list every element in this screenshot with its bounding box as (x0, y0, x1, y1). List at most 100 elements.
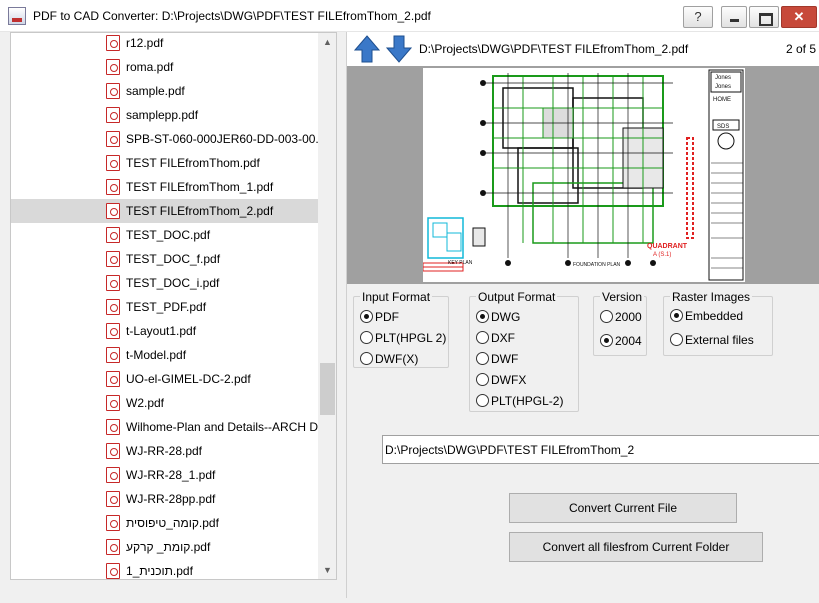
output-format-option-label: DWFX (491, 372, 527, 387)
help-button[interactable]: ? (683, 6, 713, 28)
viewer-file-path: D:\Projects\DWG\PDF\TEST FILEfromThom_2.… (419, 42, 689, 56)
output-format-group: Output Format DWG DXF DWF DWFX PLT(HPGL-2) (469, 290, 579, 412)
file-list-item[interactable]: קומה_טיפוסית.pdf (11, 511, 319, 535)
file-name: TEST FILEfromThom_1.pdf (126, 180, 274, 194)
file-list-item[interactable]: WJ-RR-28_1.pdf (11, 463, 319, 487)
pdf-file-icon (106, 371, 120, 387)
version-option-label: 2000 (615, 309, 642, 324)
drawing-firm-name: Jones (715, 75, 731, 81)
file-list-item[interactable]: r12.pdf (11, 33, 319, 55)
file-name: t-Model.pdf (126, 348, 187, 362)
file-list-item[interactable]: SPB-ST-060-000JER60-DD-003-00.pdf (11, 127, 335, 151)
file-list-item[interactable]: TEST_DOC_i.pdf (11, 271, 319, 295)
file-name: roma.pdf (126, 60, 174, 74)
window-title: PDF to CAD Converter: D:\Projects\DWG\PD… (33, 9, 431, 23)
file-name: t-Layout1.pdf (126, 324, 197, 338)
radio-button-icon[interactable] (600, 310, 613, 324)
scroll-down-arrow-icon[interactable]: ▼ (318, 561, 336, 579)
radio-button-icon[interactable] (670, 309, 683, 323)
title-bar[interactable]: PDF to CAD Converter: D:\Projects\DWG\PD… (0, 0, 819, 32)
file-list-item[interactable]: TEST_DOC_f.pdf (11, 247, 319, 271)
radio-button-icon[interactable] (360, 352, 373, 366)
input-format-option[interactable]: PDF (360, 309, 399, 324)
file-name: TEST_DOC_i.pdf (126, 276, 220, 290)
radio-button-icon[interactable] (360, 331, 373, 345)
file-list-item[interactable]: t-Layout1.pdf (11, 319, 319, 343)
output-format-option[interactable]: DWF (476, 351, 518, 366)
file-list[interactable]: r12.pdf roma.pdf sample.pdf samplepp.pdf SPB… (10, 32, 337, 580)
pdf-preview[interactable]: QUADRANT A (S.1) KEY PLAN FOUNDATION PLA… (347, 66, 819, 284)
output-format-option[interactable]: DWG (476, 309, 520, 324)
version-group: Version 2000 2004 (593, 290, 647, 356)
radio-button-icon[interactable] (476, 394, 489, 408)
scroll-up-arrow-icon[interactable]: ▲ (318, 33, 336, 51)
maximize-button[interactable] (749, 6, 779, 28)
input-format-option-label: PDF (375, 309, 399, 324)
radio-button-icon[interactable] (476, 331, 489, 345)
file-name: r12.pdf (126, 36, 164, 50)
pdf-file-icon (106, 563, 120, 579)
drawing-key-plan-label: KEY PLAN (448, 260, 473, 266)
file-list-item[interactable]: TEST_DOC.pdf (11, 223, 319, 247)
convert-all-files-button[interactable]: Convert all filesfrom Current Folder (509, 532, 763, 562)
file-list-item[interactable]: קומת_ קרקע.pdf (11, 535, 319, 559)
file-name: WJ-RR-28_1.pdf (126, 468, 216, 482)
file-name: TEST_DOC.pdf (126, 228, 211, 242)
file-list-item[interactable]: UO-el-GIMEL-DC-2.pdf (11, 367, 319, 391)
file-list-item[interactable]: sample.pdf (11, 79, 319, 103)
previous-page-arrow-icon[interactable] (353, 34, 381, 64)
file-name: sample.pdf (126, 84, 185, 98)
raster-images-group: Raster Images Embedded External files (663, 290, 773, 356)
file-list-item[interactable]: t-Model.pdf (11, 343, 319, 367)
file-list-item[interactable]: samplepp.pdf (11, 103, 319, 127)
input-format-option[interactable]: PLT(HPGL 2) (360, 330, 446, 345)
input-format-option[interactable]: DWF(X) (360, 351, 418, 366)
vertical-scrollbar[interactable]: ▲ ▼ (318, 33, 336, 579)
file-list-item[interactable]: W2.pdf (11, 391, 319, 415)
pdf-file-icon (106, 491, 120, 507)
pdf-file-icon (106, 131, 120, 147)
file-list-item[interactable]: Wilhome-Plan and Details--ARCH D (11, 415, 319, 439)
close-button[interactable]: ✕ (781, 6, 817, 28)
output-format-option-label: DWF (491, 351, 519, 366)
file-list-item[interactable]: WJ-RR-28.pdf (11, 439, 319, 463)
file-name: UO-el-GIMEL-DC-2.pdf (126, 372, 251, 386)
file-list-item[interactable]: TEST_PDF.pdf (11, 295, 319, 319)
raster-images-option[interactable]: Embedded (670, 308, 743, 323)
radio-button-icon[interactable] (476, 352, 489, 366)
file-list-item[interactable]: TEST FILEfromThom_2.pdf (11, 199, 319, 223)
radio-button-icon[interactable] (600, 334, 613, 348)
minimize-button[interactable] (721, 6, 747, 28)
file-list-item[interactable]: roma.pdf (11, 55, 319, 79)
radio-button-icon[interactable] (476, 310, 489, 324)
file-name: SPB-ST-060-000JER60-DD-003-00.pdf (126, 132, 336, 146)
output-format-option[interactable]: DWFX (476, 372, 526, 387)
next-page-arrow-icon[interactable] (385, 34, 413, 64)
radio-button-icon[interactable] (476, 373, 489, 387)
file-name: W2.pdf (126, 396, 165, 410)
file-list-item[interactable]: TEST FILEfromThom_1.pdf (11, 175, 319, 199)
pdf-file-icon (106, 299, 120, 315)
output-path-input[interactable] (382, 435, 819, 464)
file-name: TEST_PDF.pdf (126, 300, 207, 314)
pdf-file-icon (106, 227, 120, 243)
pdf-file-icon (106, 155, 120, 171)
scroll-thumb[interactable] (320, 363, 335, 415)
output-format-option[interactable]: DXF (476, 330, 515, 345)
drawing-plan-title: FOUNDATION PLAN (573, 262, 621, 268)
file-name: קומה_טיפוסית.pdf (126, 516, 219, 530)
raster-images-option[interactable]: External files (670, 332, 754, 347)
convert-current-file-button[interactable]: Convert Current File (509, 493, 737, 523)
file-list-item[interactable]: WJ-RR-28pp.pdf (11, 487, 319, 511)
file-list-item[interactable]: תוכנית_1.pdf (11, 559, 319, 579)
radio-button-icon[interactable] (670, 333, 683, 347)
output-format-option[interactable]: PLT(HPGL-2) (476, 393, 563, 408)
file-name: WJ-RR-28.pdf (126, 444, 203, 458)
version-option[interactable]: 2004 (600, 333, 642, 348)
pdf-file-icon (106, 83, 120, 99)
drawing-firm-sub: Jones (715, 84, 731, 90)
radio-button-icon[interactable] (360, 310, 373, 324)
raster-images-title: Raster Images (670, 290, 753, 304)
file-list-item[interactable]: TEST FILEfromThom.pdf (11, 151, 319, 175)
version-option[interactable]: 2000 (600, 309, 642, 324)
